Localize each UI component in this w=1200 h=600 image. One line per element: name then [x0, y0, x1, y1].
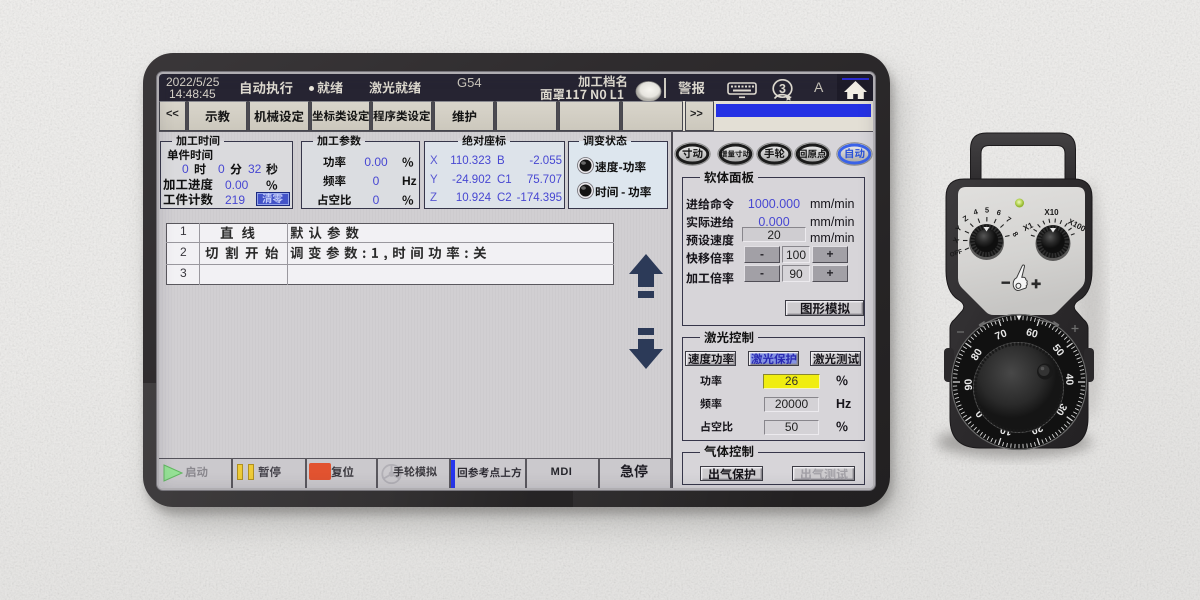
svg-text:X10: X10	[1044, 208, 1059, 217]
svg-text:5: 5	[985, 205, 989, 214]
svg-text:40: 40	[1063, 373, 1076, 385]
